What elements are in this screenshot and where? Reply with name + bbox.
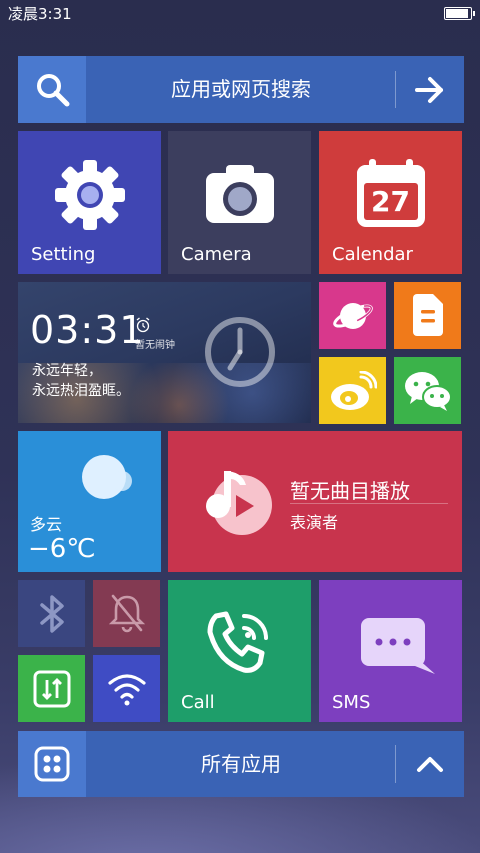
planet-icon — [333, 303, 373, 329]
music-title: 暂无曲目播放 — [290, 479, 410, 503]
phone-icon — [207, 611, 268, 673]
notes-icon — [413, 294, 443, 336]
music-divider — [290, 503, 448, 504]
music-widget[interactable]: 暂无曲目播放 表演者 — [168, 431, 462, 572]
weather-condition: 多云 — [30, 515, 63, 534]
tile-notes-app[interactable] — [394, 282, 461, 349]
clock-quote-line1: 永远年轻， — [32, 363, 102, 379]
apps-grid-icon — [34, 746, 70, 782]
bluetooth-icon — [40, 595, 64, 633]
weibo-icon — [331, 371, 377, 410]
music-note-icon — [206, 471, 272, 535]
alarm-status: 暂无闹钟 — [135, 340, 175, 351]
weather-temperature: −6℃ — [28, 534, 96, 564]
tile-calendar[interactable]: 27 Calendar — [319, 131, 462, 274]
clock-widget[interactable]: 03:31 暂无闹钟 永远年轻， 永远热泪盈眶。 — [18, 282, 311, 423]
tile-camera-label: Camera — [181, 244, 252, 265]
toggle-bluetooth[interactable] — [18, 580, 85, 647]
toggle-wifi[interactable] — [93, 655, 160, 722]
all-apps-button[interactable] — [18, 731, 86, 797]
search-button[interactable] — [18, 56, 86, 123]
music-artist: 表演者 — [290, 513, 339, 532]
gear-icon — [55, 160, 125, 230]
all-apps-bar[interactable]: 所有应用 — [18, 731, 464, 797]
tile-camera[interactable]: Camera — [168, 131, 311, 274]
clock-quote-line2: 永远热泪盈眶。 — [32, 383, 130, 399]
tile-calendar-label: Calendar — [332, 244, 413, 265]
search-bar[interactable]: 应用或网页搜索 — [18, 56, 464, 123]
search-icon — [37, 74, 70, 107]
clock-dial-icon — [205, 317, 275, 387]
tile-weibo-app[interactable] — [319, 357, 386, 424]
tile-planet-app[interactable] — [319, 282, 386, 349]
tile-wechat-app[interactable] — [394, 357, 461, 424]
weather-cloud-icon — [82, 455, 132, 499]
sms-icon — [361, 618, 435, 674]
tile-sms[interactable]: SMS — [319, 580, 462, 722]
tile-sms-label: SMS — [332, 692, 371, 713]
status-bar: 凌晨3:31 — [0, 0, 480, 26]
clock-time: 03:31 — [30, 308, 145, 352]
alarm-icon — [136, 317, 150, 333]
battery-icon — [444, 7, 475, 20]
calendar-day: 27 — [371, 185, 410, 218]
chevron-up-icon — [417, 757, 443, 772]
search-label: 应用或网页搜索 — [171, 77, 311, 101]
weather-widget[interactable]: 多云 −6℃ — [18, 431, 161, 572]
tile-call[interactable]: Call — [168, 580, 311, 722]
tile-call-label: Call — [181, 692, 215, 713]
tile-setting[interactable]: Setting — [18, 131, 161, 274]
toggle-mute[interactable] — [93, 580, 160, 647]
all-apps-label: 所有应用 — [201, 752, 281, 776]
wechat-icon — [405, 372, 452, 411]
status-time: 凌晨3:31 — [8, 5, 72, 23]
mute-bell-icon — [108, 594, 146, 633]
wifi-icon — [108, 674, 146, 706]
toggle-mobile-data[interactable] — [18, 655, 85, 722]
search-go-button[interactable] — [396, 56, 464, 123]
camera-icon — [206, 165, 274, 223]
arrow-right-icon — [415, 77, 443, 103]
tile-setting-label: Setting — [31, 244, 96, 265]
data-transfer-icon — [33, 670, 71, 708]
expand-apps-button[interactable] — [396, 731, 464, 797]
